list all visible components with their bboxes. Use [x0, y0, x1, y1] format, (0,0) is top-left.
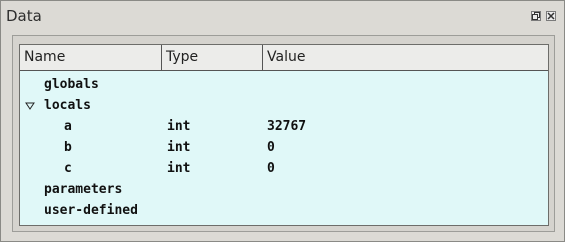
tree-row-b[interactable]: b int 0	[20, 137, 548, 158]
row-name: user-defined	[44, 203, 138, 218]
restore-icon[interactable]	[531, 11, 541, 21]
tree-row-locals[interactable]: locals	[20, 95, 548, 116]
tree-row-a[interactable]: a int 32767	[20, 116, 548, 137]
title-bar: Data	[1, 1, 564, 30]
row-name: a	[64, 119, 72, 134]
row-value: 32767	[267, 119, 307, 134]
data-panel: Name Type Value globals locals a int 327…	[12, 35, 555, 232]
window-title: Data	[6, 7, 42, 25]
column-header-name[interactable]: Name	[20, 45, 162, 70]
row-name: b	[64, 140, 72, 155]
row-value: 0	[267, 161, 275, 176]
row-type: int	[167, 119, 191, 134]
column-header-type[interactable]: Type	[162, 45, 263, 70]
data-window: Data Name Type Value globals locals a in…	[0, 0, 565, 242]
row-type: int	[167, 161, 191, 176]
tree-row-parameters[interactable]: parameters	[20, 179, 548, 200]
row-name: globals	[44, 77, 99, 92]
close-icon[interactable]	[546, 11, 556, 21]
tree-row-c[interactable]: c int 0	[20, 158, 548, 179]
expander-open-icon[interactable]	[25, 102, 35, 110]
tree-row-globals[interactable]: globals	[20, 74, 548, 95]
row-name: locals	[44, 98, 91, 113]
variable-tree[interactable]: Name Type Value globals locals a int 327…	[19, 44, 549, 226]
tree-header: Name Type Value	[20, 45, 548, 71]
row-name: parameters	[44, 182, 123, 197]
tree-row-user-defined[interactable]: user-defined	[20, 200, 548, 221]
row-value: 0	[267, 140, 275, 155]
row-name: c	[64, 161, 72, 176]
row-type: int	[167, 140, 191, 155]
column-header-value[interactable]: Value	[263, 45, 548, 70]
